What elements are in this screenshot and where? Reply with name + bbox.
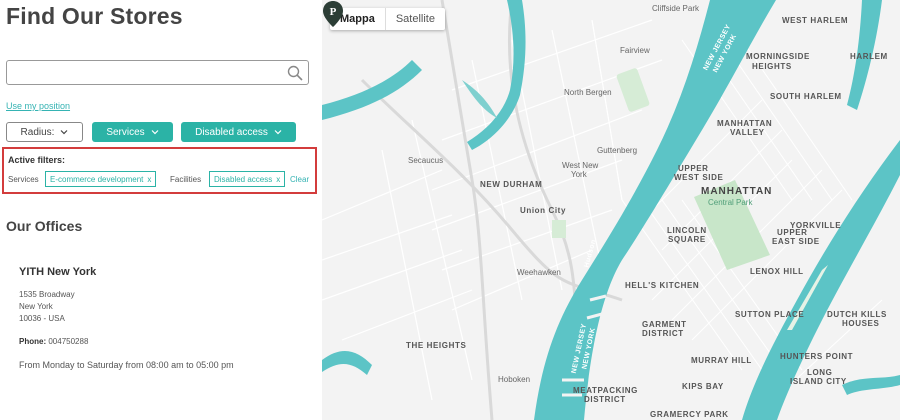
map-label: MURRAY HILL xyxy=(691,356,752,365)
map-label: DISTRICT xyxy=(584,395,626,404)
map-label: WEST HARLEM xyxy=(782,16,849,25)
map-label: West New xyxy=(562,161,599,170)
map-label: HEIGHTS xyxy=(752,62,792,71)
map-label: EAST SIDE xyxy=(772,237,820,246)
map-label: NEW DURHAM xyxy=(480,180,543,189)
office-name[interactable]: YITH New York xyxy=(19,266,234,278)
store-locator-panel: Find Our Stores Use my position Radius: … xyxy=(0,0,322,420)
map-label: VALLEY xyxy=(730,128,765,137)
wetland xyxy=(462,80,497,118)
active-filters-box: Active filters: Services E-commerce deve… xyxy=(2,147,317,194)
clear-filters-link[interactable]: Clear xyxy=(290,175,309,184)
map-label: SQUARE xyxy=(668,235,706,244)
radius-dropdown[interactable]: Radius: xyxy=(6,122,83,142)
street-grid xyxy=(322,19,663,401)
map-label: LENOX HILL xyxy=(750,267,804,276)
map-label: GRAMERCY PARK xyxy=(650,410,729,419)
map-label: UPPER xyxy=(777,228,808,237)
office-hours: From Monday to Saturday from 08:00 am to… xyxy=(19,360,234,370)
map-label: York xyxy=(571,170,587,179)
chevron-down-icon xyxy=(274,130,282,135)
phone-number: 004750288 xyxy=(48,337,89,346)
map-label: Secaucus xyxy=(408,156,444,165)
page-title: Find Our Stores xyxy=(6,3,183,29)
map-label: SUTTON PLACE xyxy=(735,310,805,319)
map-label: LINCOLN xyxy=(667,226,707,235)
search-box[interactable] xyxy=(6,60,309,85)
map-label: Weehawken xyxy=(517,268,561,277)
office-address: 1535 Broadway New York 10036 - USA xyxy=(19,289,234,325)
chip-label: Disabled access xyxy=(214,174,273,184)
address-line: 10036 - USA xyxy=(19,314,65,323)
use-my-position-link[interactable]: Use my position xyxy=(6,101,70,111)
store-pin-icon[interactable]: P xyxy=(322,0,344,28)
pin-letter: P xyxy=(330,6,337,18)
map-label: KIPS BAY xyxy=(682,382,724,391)
map-label: Guttenberg xyxy=(597,146,638,155)
phone-label: Phone: xyxy=(19,337,47,346)
map-label: HELL'S KITCHEN xyxy=(625,281,700,290)
hackensack-river xyxy=(322,60,422,120)
services-label: Services xyxy=(106,126,145,138)
map-label: MORNINGSIDE xyxy=(746,52,810,61)
map-label: North Bergen xyxy=(564,88,612,97)
map-label: LONG xyxy=(807,368,833,377)
chevron-down-icon xyxy=(61,130,68,135)
services-dropdown[interactable]: Services xyxy=(92,122,173,142)
creek xyxy=(322,350,372,375)
map-label: DUTCH KILLS xyxy=(827,310,887,319)
map-label: MANHATTAN xyxy=(701,186,773,197)
remove-filter-icon[interactable]: x xyxy=(147,175,151,184)
remove-filter-icon[interactable]: x xyxy=(276,175,280,184)
access-label: Disabled access xyxy=(195,126,268,138)
chevron-down-icon xyxy=(151,130,159,135)
map-type-control[interactable]: Mappa Satellite xyxy=(330,8,445,30)
map-label: Union City xyxy=(520,206,566,215)
map-label: SOUTH HARLEM xyxy=(770,92,842,101)
park-area xyxy=(616,68,650,112)
radius-label: Radius: xyxy=(20,126,55,138)
map-label: THE HEIGHTS xyxy=(406,341,467,350)
map-label: Central Park xyxy=(708,198,753,207)
map-label: ISLAND CITY xyxy=(790,377,847,386)
disabled-access-dropdown[interactable]: Disabled access xyxy=(181,122,296,142)
filter-chip-disabled-access[interactable]: Disabled access x xyxy=(209,171,286,187)
address-line: 1535 Broadway xyxy=(19,290,75,299)
map-label: Fairview xyxy=(620,46,650,55)
store-map[interactable]: Mappa Satellite Cliffside Park WEST HARL… xyxy=(322,0,900,420)
map-label: Hoboken xyxy=(498,375,531,384)
map-label: WEST SIDE xyxy=(674,173,724,182)
newtown-creek xyxy=(842,375,900,395)
map-label: Cliffside Park xyxy=(652,4,699,13)
map-label: DISTRICT xyxy=(642,329,684,338)
services-filter-label: Services xyxy=(8,175,39,184)
map-type-satellite-button[interactable]: Satellite xyxy=(384,8,445,30)
offices-heading: Our Offices xyxy=(6,218,83,234)
map-label: HARLEM xyxy=(850,52,888,61)
map-label: MEATPACKING xyxy=(573,386,638,395)
map-label: HOUSES xyxy=(842,319,880,328)
office-phone: Phone: 004750288 xyxy=(19,336,234,348)
map-label: MANHATTAN xyxy=(717,119,773,128)
map-label: UPPER xyxy=(678,164,709,173)
facilities-filter-label: Facilities xyxy=(170,175,202,184)
chip-label: E-commerce development xyxy=(50,174,144,184)
address-line: New York xyxy=(19,302,53,311)
park-area xyxy=(552,220,566,238)
map-label: GARMENT xyxy=(642,320,687,329)
office-card[interactable]: YITH New York 1535 Broadway New York 100… xyxy=(19,266,234,371)
filter-chip-ecommerce[interactable]: E-commerce development x xyxy=(45,171,157,187)
map-label: HUNTERS POINT xyxy=(780,352,854,361)
active-filters-title: Active filters: xyxy=(8,155,66,165)
search-icon[interactable] xyxy=(287,65,303,81)
search-input[interactable] xyxy=(7,61,277,84)
